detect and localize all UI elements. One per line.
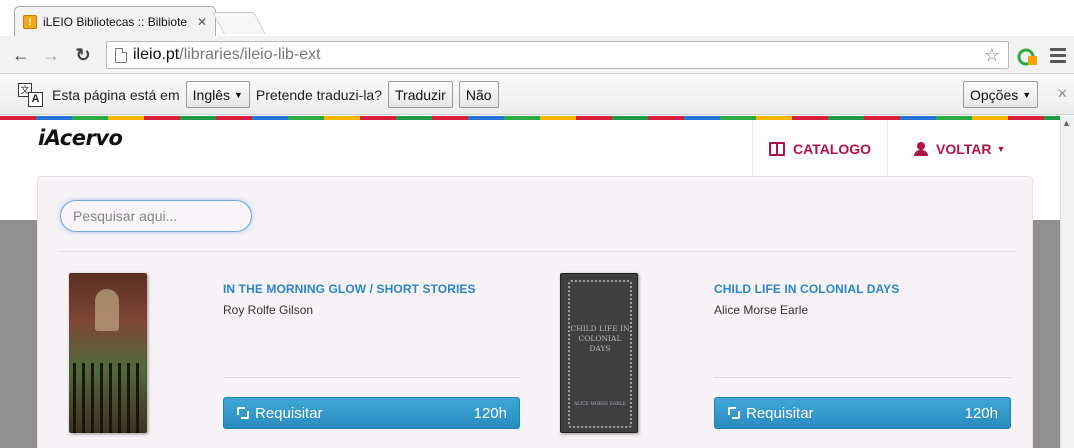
exchange-icon bbox=[727, 406, 741, 420]
loan-hours: 120h bbox=[964, 404, 998, 422]
divider bbox=[714, 377, 1011, 378]
book-title[interactable]: IN THE MORNING GLOW / SHORT STORIES bbox=[223, 282, 476, 296]
loan-hours: 120h bbox=[473, 404, 507, 422]
language-label: Inglês bbox=[192, 86, 230, 103]
book-card: IN THE MORNING GLOW / SHORT STORIES Roy … bbox=[69, 271, 529, 448]
url-path: /libraries/ileio-lib-ext bbox=[179, 46, 321, 63]
site-nav: CATALOGO VOLTAR ▼ bbox=[752, 120, 1027, 178]
nav-catalogo-label: CATALOGO bbox=[793, 141, 872, 157]
book-author: Alice Morse Earle bbox=[714, 303, 809, 317]
forward-arrow-icon[interactable]: → bbox=[40, 44, 62, 66]
book-icon bbox=[769, 142, 785, 156]
ileio-favicon-icon: ! bbox=[23, 14, 37, 29]
caret-down-icon: ▼ bbox=[234, 89, 243, 100]
user-icon bbox=[914, 142, 929, 156]
tab-title: iLEIO Bibliotecas :: Bilbiote bbox=[43, 14, 188, 29]
requisitar-button[interactable]: Requisitar 120h bbox=[223, 397, 520, 429]
options-label: Opções bbox=[970, 86, 1019, 103]
translate-question: Pretende traduzi-la? bbox=[255, 86, 382, 103]
requisitar-button[interactable]: Requisitar 120h bbox=[714, 397, 1011, 429]
translate-infobar: 文A Esta página está em Inglês ▼ Pretende… bbox=[0, 75, 1074, 115]
url-host: ileio.pt bbox=[133, 46, 180, 63]
chrome-menu-icon[interactable] bbox=[1050, 45, 1066, 65]
scroll-up-icon[interactable]: ▲ bbox=[1062, 118, 1071, 128]
page-content: ▲ iAcervo CATALOGO VOLTAR ▼ IN THE MORNI… bbox=[0, 116, 1074, 448]
nav-voltar-label: VOLTAR bbox=[936, 141, 992, 157]
exchange-icon bbox=[236, 406, 250, 420]
catalog-panel: IN THE MORNING GLOW / SHORT STORIES Roy … bbox=[37, 176, 1033, 448]
search-input[interactable] bbox=[60, 200, 252, 232]
site-logo[interactable]: iAcervo bbox=[38, 126, 123, 150]
cover-author: ALICE MORSE EARLE bbox=[574, 402, 626, 407]
requisitar-label: Requisitar bbox=[746, 404, 814, 422]
cover-title: CHILD LIFE IN COLONIAL DAYS bbox=[570, 324, 630, 353]
address-bar[interactable]: ileio.pt /libraries/ileio-lib-ext ☆ bbox=[106, 41, 1009, 69]
book-cover[interactable]: CHILD LIFE IN COLONIAL DAYS ALICE MORSE … bbox=[560, 273, 638, 433]
requisitar-label: Requisitar bbox=[255, 404, 323, 422]
page-icon bbox=[115, 47, 127, 63]
browser-toolbar: ← → ↻ ileio.pt /libraries/ileio-lib-ext … bbox=[0, 36, 1074, 74]
book-title[interactable]: CHILD LIFE IN COLONIAL DAYS bbox=[714, 282, 899, 296]
tab-strip: ! iLEIO Bibliotecas :: Bilbiote ✕ bbox=[0, 0, 1074, 36]
nav-voltar[interactable]: VOLTAR ▼ bbox=[887, 120, 1027, 178]
no-translate-button[interactable]: Não bbox=[458, 81, 499, 108]
close-tab-icon[interactable]: ✕ bbox=[197, 15, 207, 29]
book-author: Roy Rolfe Gilson bbox=[223, 303, 314, 317]
book-cover[interactable] bbox=[69, 273, 147, 433]
close-infobar-icon[interactable]: ✕ bbox=[1057, 86, 1068, 102]
browser-tab[interactable]: ! iLEIO Bibliotecas :: Bilbiote ✕ bbox=[14, 6, 216, 36]
back-arrow-icon[interactable]: ← bbox=[10, 44, 32, 66]
extension-icon[interactable] bbox=[1017, 45, 1039, 67]
caret-down-icon: ▼ bbox=[996, 144, 1006, 154]
reload-icon[interactable]: ↻ bbox=[72, 44, 94, 66]
translate-button[interactable]: Traduzir bbox=[388, 81, 453, 108]
divider bbox=[223, 377, 520, 378]
nav-catalogo[interactable]: CATALOGO bbox=[752, 120, 887, 178]
options-button[interactable]: Opções ▼ bbox=[963, 81, 1039, 108]
language-select[interactable]: Inglês ▼ bbox=[185, 81, 250, 108]
new-tab-button[interactable] bbox=[212, 12, 266, 34]
divider bbox=[60, 251, 1015, 252]
caret-down-icon: ▼ bbox=[1022, 89, 1032, 100]
translate-icon: 文A bbox=[18, 82, 44, 107]
book-card: CHILD LIFE IN COLONIAL DAYS ALICE MORSE … bbox=[560, 271, 1020, 448]
bookmark-star-icon[interactable]: ☆ bbox=[984, 45, 1000, 66]
page-scrollbar[interactable] bbox=[1060, 116, 1074, 448]
translate-text-prefix: Esta página está em bbox=[52, 86, 180, 103]
